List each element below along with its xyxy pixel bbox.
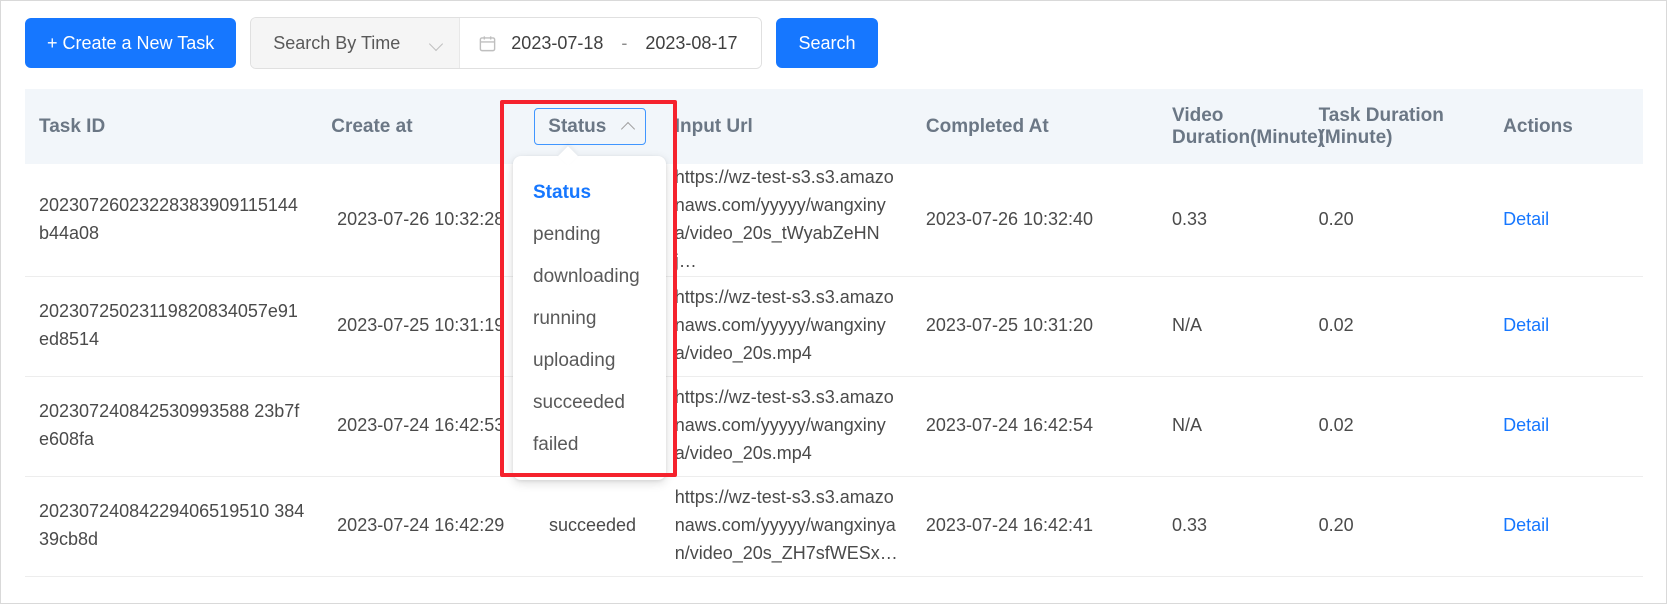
cell-task-id: 20230726023228383909115144b44a08	[39, 194, 298, 243]
status-filter-dropdown: Status pending downloading running uploa…	[513, 156, 666, 480]
search-filter-group: Search By Time 2023-07-18 - 2023-08-17	[250, 17, 763, 69]
table-row: 20230724084229406519510 38439cb8d 2023-0…	[25, 476, 1643, 577]
search-button[interactable]: Search	[776, 18, 878, 68]
column-header-status: Status	[522, 89, 660, 164]
detail-link[interactable]: Detail	[1503, 415, 1549, 435]
date-range-start: 2023-07-18	[511, 32, 604, 53]
cell-task-duration: 0.02	[1318, 415, 1354, 436]
task-list-page: + Create a New Task Search By Time 2023-…	[0, 0, 1667, 604]
status-filter-button-label: Status	[548, 115, 607, 137]
status-option-uploading[interactable]: uploading	[513, 340, 666, 382]
table-header-row: Task ID Create at Status Input Url Compl…	[25, 89, 1643, 164]
cell-actions: Detail	[1489, 376, 1643, 476]
cell-completed-at: 2023-07-25 10:31:20	[925, 315, 1094, 336]
chevron-down-icon	[430, 37, 443, 50]
status-option-running[interactable]: running	[513, 298, 666, 340]
cell-task-id: 20230725023119820834057e91ed8514	[39, 301, 298, 350]
cell-task-id: 20230724084229406519510 38439cb8d	[39, 501, 305, 550]
search-by-select[interactable]: Search By Time	[251, 18, 461, 68]
cell-actions: Detail	[1489, 164, 1643, 276]
cell-completed-at: 2023-07-24 16:42:54	[925, 415, 1094, 436]
calendar-icon	[479, 35, 496, 51]
column-header-task-id: Task ID	[39, 115, 106, 137]
cell-create-at: 2023-07-24 16:42:29	[337, 515, 505, 536]
cell-input-url: https://wz-test-s3.s3.amazonaws.com/yyyy…	[674, 167, 894, 271]
cell-input-url: https://wz-test-s3.s3.amazonaws.com/yyyy…	[674, 287, 894, 363]
detail-link[interactable]: Detail	[1503, 209, 1549, 229]
task-table: Task ID Create at Status Input Url Compl…	[25, 89, 1643, 577]
cell-video-duration: 0.33	[1171, 515, 1208, 536]
search-by-select-value: Search By Time	[273, 32, 401, 53]
table-row: 202307240842530993588 23b7fe608fa 2023-0…	[25, 376, 1643, 477]
status-option-succeeded[interactable]: succeeded	[513, 382, 666, 424]
status-option-downloading[interactable]: downloading	[513, 256, 666, 298]
cell-actions: Detail	[1489, 276, 1643, 376]
column-header-task-duration: Task Duration (Minute)	[1318, 104, 1444, 148]
create-new-task-button[interactable]: + Create a New Task	[25, 18, 237, 68]
cell-input-url: https://wz-test-s3.s3.amazonaws.com/yyyy…	[674, 387, 894, 463]
column-header-input-url: Input Url	[674, 115, 753, 137]
column-header-create-at: Create at	[331, 115, 413, 137]
cell-task-duration: 0.20	[1318, 208, 1354, 229]
status-option-pending[interactable]: pending	[513, 214, 666, 256]
cell-create-at: 2023-07-25 10:31:19	[337, 315, 505, 336]
cell-video-duration: N/A	[1171, 415, 1202, 436]
column-header-completed-at: Completed At	[925, 115, 1049, 137]
status-option-failed[interactable]: failed	[513, 424, 666, 466]
table-header: Task ID Create at Status Input Url Compl…	[25, 89, 1643, 164]
status-filter-button[interactable]: Status	[534, 108, 647, 145]
cell-task-duration: 0.20	[1318, 515, 1354, 536]
toolbar: + Create a New Task Search By Time 2023-…	[25, 17, 878, 69]
cell-create-at: 2023-07-24 16:42:53	[337, 415, 505, 436]
cell-task-id: 202307240842530993588 23b7fe608fa	[39, 401, 300, 450]
date-range-end: 2023-08-17	[645, 32, 738, 53]
detail-link[interactable]: Detail	[1503, 515, 1549, 535]
column-header-video-duration: Video Duration(Minute)	[1171, 104, 1324, 148]
chevron-up-icon	[622, 120, 635, 133]
cell-completed-at: 2023-07-26 10:32:40	[925, 208, 1094, 229]
cell-actions: Detail	[1489, 476, 1643, 576]
status-option-status[interactable]: Status	[513, 172, 666, 214]
column-header-actions: Actions	[1503, 115, 1573, 137]
cell-completed-at: 2023-07-24 16:42:41	[925, 515, 1094, 536]
detail-link[interactable]: Detail	[1503, 315, 1549, 335]
date-range-separator: -	[621, 32, 628, 53]
cell-status: succeeded	[548, 515, 637, 536]
table-row: 20230726023228383909115144b44a08 2023-07…	[25, 164, 1643, 277]
cell-video-duration: N/A	[1171, 315, 1202, 336]
cell-task-duration: 0.02	[1318, 315, 1354, 336]
date-range-picker[interactable]: 2023-07-18 - 2023-08-17	[460, 18, 762, 68]
table-row: 20230725023119820834057e91ed8514 2023-07…	[25, 276, 1643, 377]
cell-video-duration: 0.33	[1171, 208, 1208, 229]
cell-input-url: https://wz-test-s3.s3.amazonaws.com/yyyy…	[674, 487, 898, 563]
cell-create-at: 2023-07-26 10:32:28	[337, 208, 505, 229]
table-body: 20230726023228383909115144b44a08 2023-07…	[25, 164, 1643, 577]
